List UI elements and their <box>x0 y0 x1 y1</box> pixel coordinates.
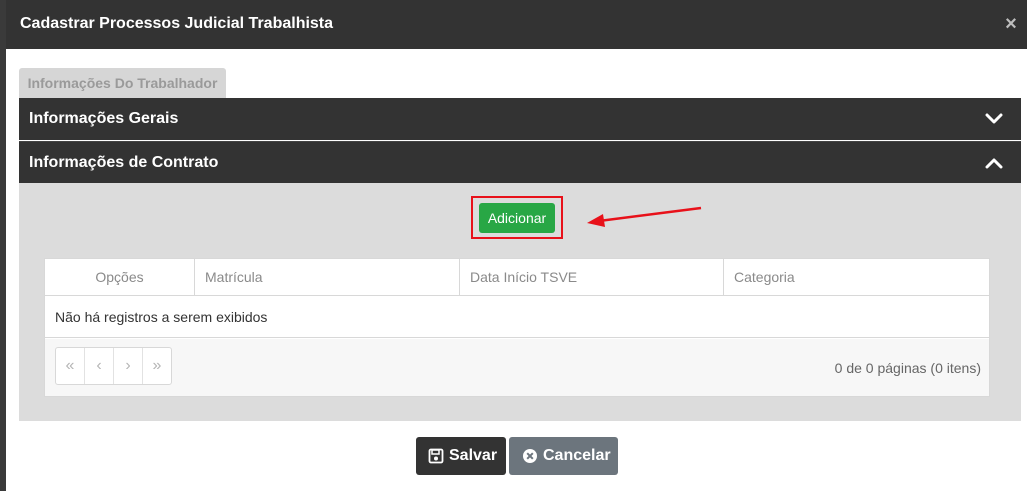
save-button[interactable]: Salvar <box>416 437 506 475</box>
modal-title: Cadastrar Processos Judicial Trabalhista <box>20 15 334 32</box>
tab-informacoes-do-trabalhador[interactable]: Informações Do Trabalhador <box>19 68 226 99</box>
pagination-bar: « ‹ › » 0 de 0 páginas (0 itens) <box>45 339 989 396</box>
column-header-matricula[interactable]: Matrícula <box>195 259 460 296</box>
contracts-table: Opções Matrícula Data Início TSVE Catego… <box>44 258 990 397</box>
highlight-box: Adicionar <box>471 196 563 239</box>
last-page-button[interactable]: » <box>143 348 171 384</box>
cancel-button-label: Cancelar <box>543 447 611 464</box>
chevron-down-icon <box>985 113 1003 124</box>
column-header-opcoes[interactable]: Opções <box>45 259 195 296</box>
first-page-button[interactable]: « <box>56 348 85 384</box>
empty-message: Não há registros a serem exibidos <box>45 297 989 338</box>
pagination-info: 0 de 0 páginas (0 itens) <box>834 360 981 376</box>
accordion-informacoes-de-contrato[interactable]: Informações de Contrato <box>19 141 1021 183</box>
save-button-label: Salvar <box>449 447 498 464</box>
cancel-button[interactable]: Cancelar <box>509 437 618 475</box>
close-icon[interactable]: × <box>1003 14 1019 34</box>
contract-panel: Adicionar Opções Matrícula Data Início T… <box>19 183 1021 421</box>
modal-dialog: Cadastrar Processos Judicial Trabalhista… <box>6 0 1027 491</box>
chevron-up-icon <box>985 158 1003 169</box>
previous-page-button[interactable]: ‹ <box>85 348 114 384</box>
table-header: Opções Matrícula Data Início TSVE Catego… <box>45 259 989 296</box>
times-circle-icon <box>522 448 538 464</box>
accordion-informacoes-gerais[interactable]: Informações Gerais <box>19 98 1021 140</box>
column-header-categoria[interactable]: Categoria <box>724 259 989 296</box>
add-button[interactable]: Adicionar <box>479 203 555 233</box>
pagination-buttons: « ‹ › » <box>55 347 172 385</box>
accordion-label: Informações de Contrato <box>29 154 219 171</box>
floppy-disk-icon <box>428 448 444 464</box>
next-page-button[interactable]: › <box>114 348 143 384</box>
annotation-arrow <box>587 206 702 227</box>
column-header-data-inicio-tsve[interactable]: Data Início TSVE <box>460 259 724 296</box>
accordion-label: Informações Gerais <box>29 110 179 127</box>
modal-header: Cadastrar Processos Judicial Trabalhista… <box>6 0 1027 49</box>
